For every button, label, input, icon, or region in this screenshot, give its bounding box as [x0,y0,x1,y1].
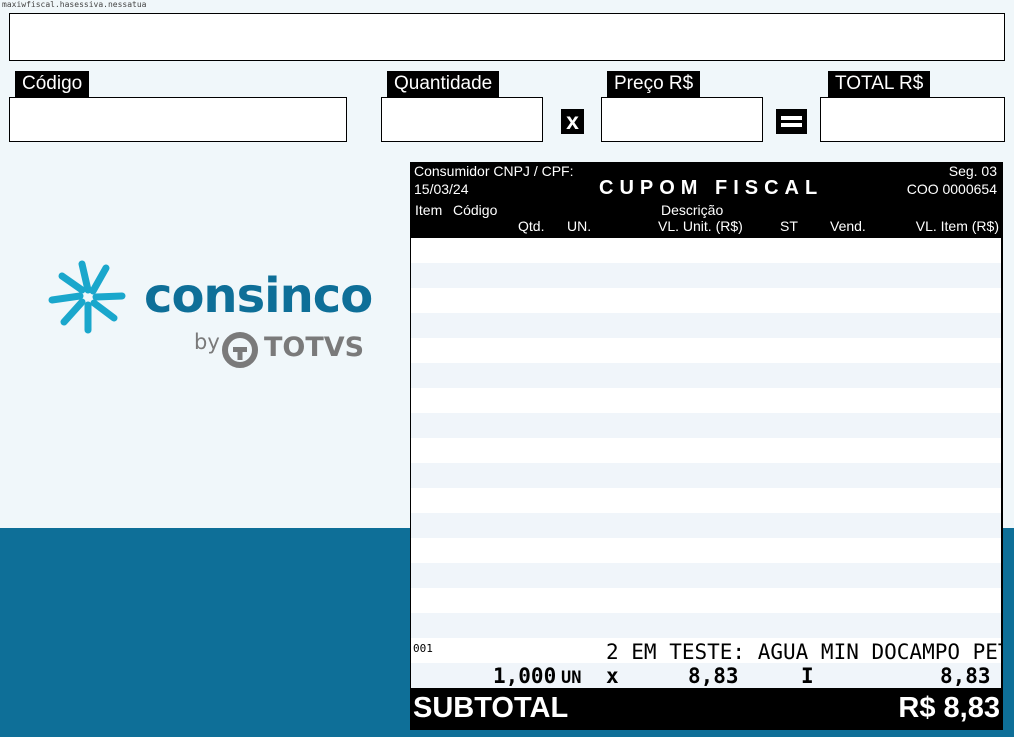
consinco-burst-icon [48,260,126,334]
item-number: 001 [413,642,433,655]
item-total: 8,83 [940,664,991,688]
totvs-icon [222,332,258,368]
item-st: I [801,664,814,688]
col-un: UN. [567,218,592,234]
item-unit-price: 8,83 [688,664,739,688]
col-codigo: Código [453,202,498,218]
item-description: 2 EM TESTE: AGUA MIN DOCAMPO PET [606,640,1003,664]
subtotal-bar: SUBTOTAL R$ 8,83 [410,688,1003,730]
window-caption: maxiwfiscal.hasessiva.nessatua [2,0,147,9]
total-input[interactable] [820,97,1005,142]
segment-label: Seg. 03 [948,163,997,179]
codigo-input[interactable] [9,97,347,142]
item-times: x [606,664,619,688]
col-vl-item: VL. Item (R$) [915,218,999,234]
item-quantity: 1,000 [493,664,557,688]
receipt-header: Consumidor CNPJ / CPF: Seg. 03 15/03/24 … [410,162,1003,238]
receipt-title: CUPOM FISCAL [599,177,824,199]
total-label: TOTAL R$ [828,71,931,97]
col-st: ST [780,218,798,234]
quantidade-input[interactable] [381,97,543,142]
col-item: Item [415,202,443,218]
col-vl-unit: VL. Unit. (R$) [658,218,743,234]
consinco-wordmark: consinco [144,268,373,324]
preco-input[interactable] [601,97,763,142]
col-qtd: Qtd. [518,218,545,234]
col-vend: Vend. [830,218,866,234]
totvs-wordmark: TOTVS [264,332,365,363]
item-unit: UN [561,668,582,688]
logo-by-text: by [194,330,220,354]
equals-icon [776,109,807,134]
receipt-date: 15/03/24 [414,181,469,197]
coo-number: COO 0000654 [906,181,997,197]
consumer-label: Consumidor CNPJ / CPF: [414,163,574,179]
cupom-fiscal-panel: Consumidor CNPJ / CPF: Seg. 03 15/03/24 … [410,162,1003,730]
quantidade-label: Quantidade [387,71,500,97]
receipt-items-list[interactable]: 001 2 EM TESTE: AGUA MIN DOCAMPO PET 1,0… [411,238,1003,688]
multiply-icon: x [561,109,584,134]
preco-label: Preço R$ [607,71,701,97]
message-display [9,13,1005,61]
subtotal-label: SUBTOTAL [413,692,569,724]
subtotal-value: R$ 8,83 [898,692,1000,724]
col-descricao: Descrição [661,202,724,218]
codigo-label: Código [15,71,90,97]
consinco-logo: consinco by TOTVS [46,256,373,376]
